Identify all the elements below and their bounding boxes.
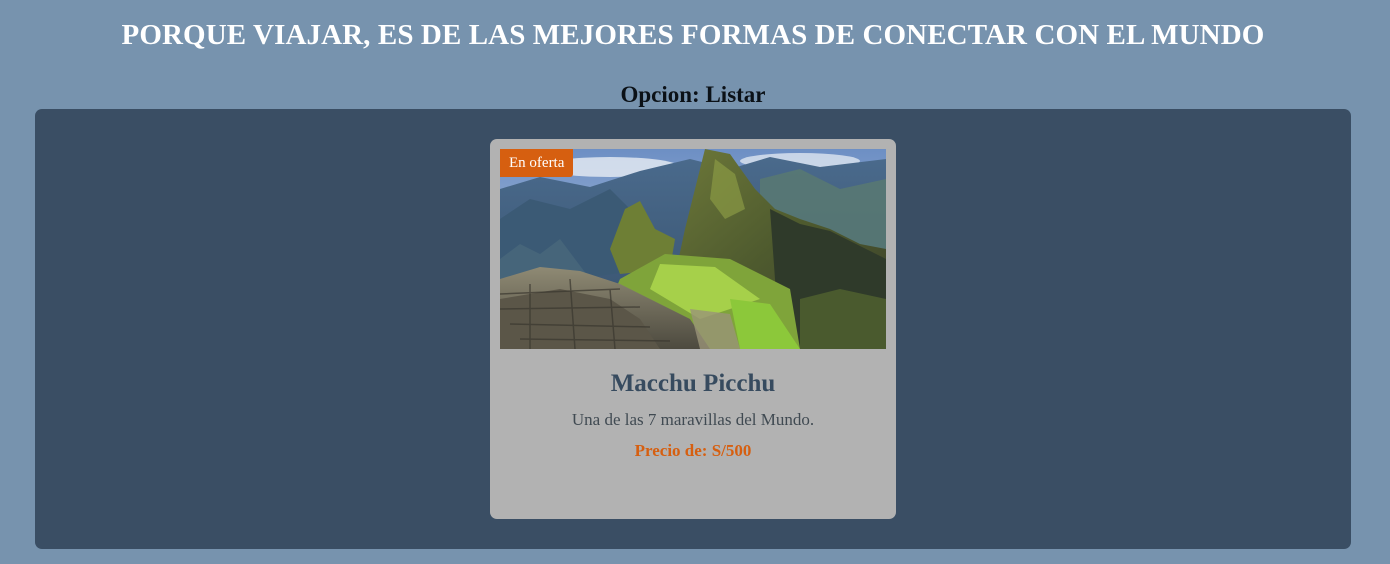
destination-title: Macchu Picchu (610, 370, 776, 397)
destination-description: Una de las 7 maravillas del Mundo. (571, 410, 815, 429)
destinations-panel: En oferta Macchu Picchu Una de las 7 mar… (35, 109, 1351, 549)
destination-price: Precio de: S/500 (634, 441, 752, 460)
destination-photo (500, 149, 886, 349)
option-heading: Opcion: Listar (620, 82, 766, 107)
destination-card[interactable]: En oferta Macchu Picchu Una de las 7 mar… (490, 139, 896, 519)
page-title: PORQUE VIAJAR, ES DE LAS MEJORES FORMAS … (121, 19, 1265, 51)
offer-badge: En oferta (500, 149, 574, 177)
